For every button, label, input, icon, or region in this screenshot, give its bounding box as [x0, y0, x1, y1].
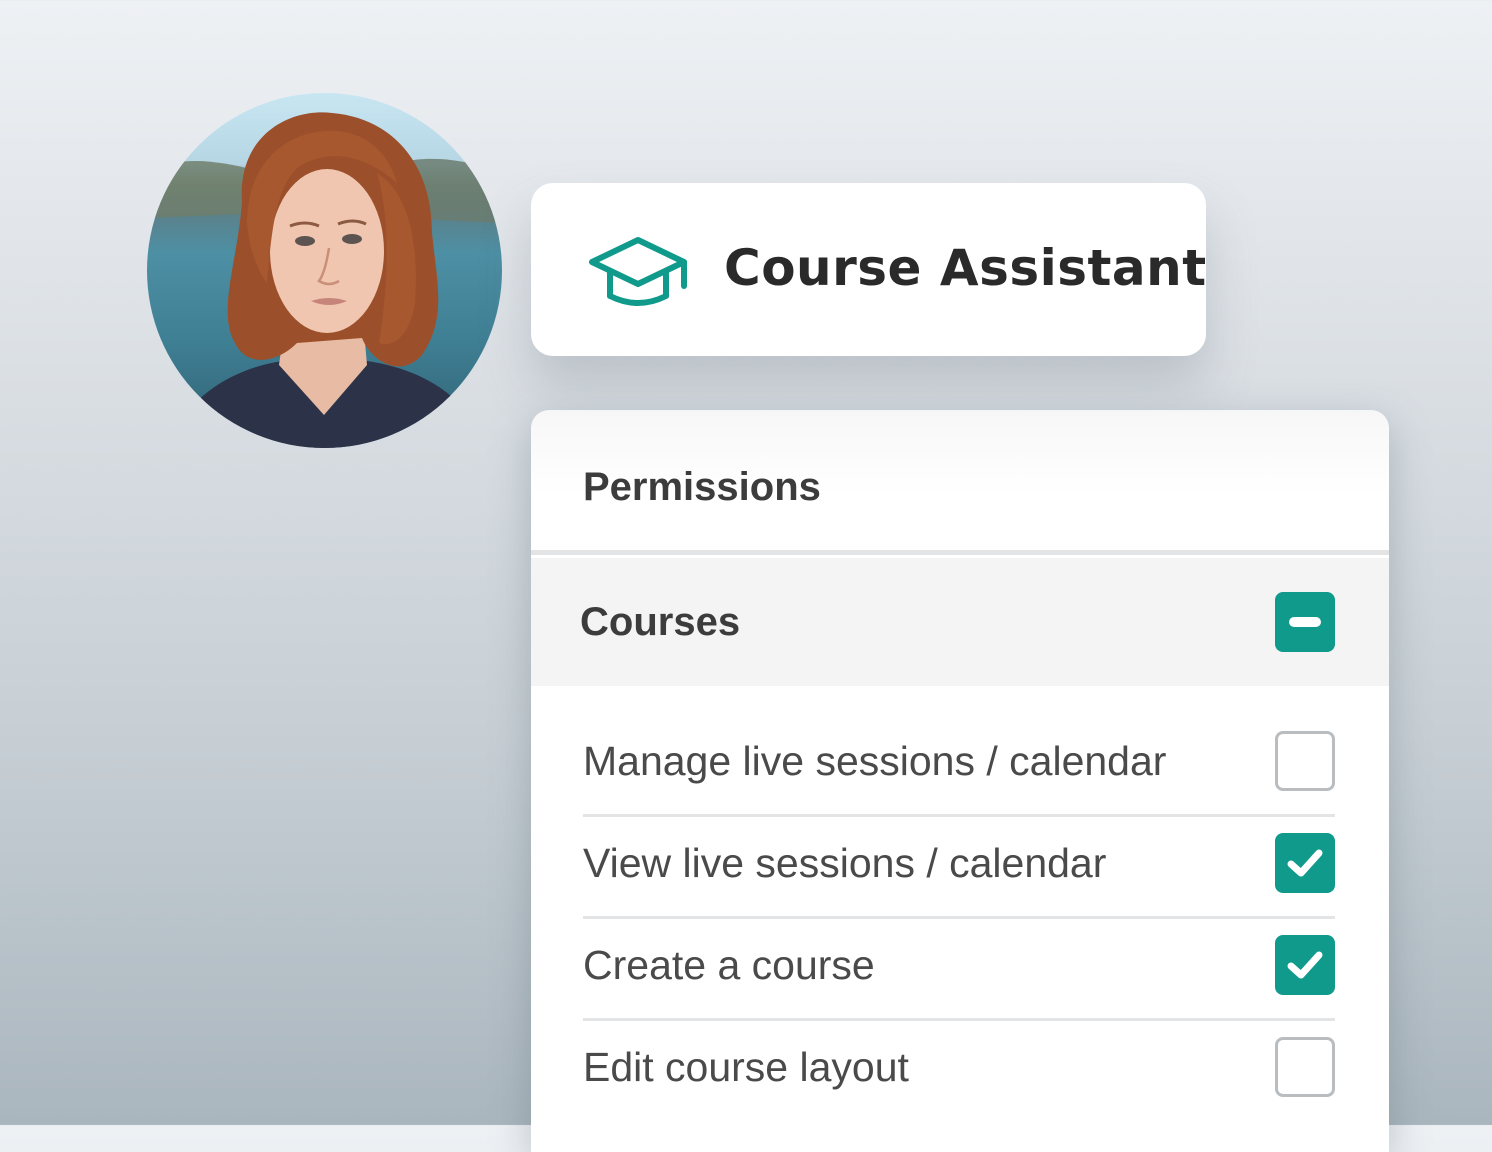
- permission-row-create-course[interactable]: Create a course: [583, 916, 1335, 1021]
- section-title: Courses: [580, 600, 741, 644]
- avatar-photo: [147, 112, 502, 448]
- permission-checkbox-edit-course-layout[interactable]: [1275, 1037, 1335, 1097]
- checkmark-icon: [1287, 951, 1323, 979]
- role-title: Course Assistant: [724, 239, 1207, 297]
- permission-checkbox-manage-live-sessions[interactable]: [1275, 731, 1335, 791]
- minus-icon: [1289, 617, 1321, 627]
- permission-label: Create a course: [583, 942, 875, 988]
- permission-row-edit-course-layout[interactable]: Edit course layout: [583, 1018, 1335, 1120]
- permission-label: Edit course layout: [583, 1044, 909, 1090]
- collapse-section-button[interactable]: [1275, 592, 1335, 652]
- permission-label: View live sessions / calendar: [583, 840, 1107, 886]
- permissions-title: Permissions: [583, 465, 821, 509]
- permission-checkbox-create-course[interactable]: [1275, 935, 1335, 995]
- permission-label: Manage live sessions / calendar: [583, 738, 1167, 784]
- permissions-panel: Permissions Courses Manage live sessions…: [531, 412, 1389, 1152]
- section-header-courses[interactable]: Courses: [531, 558, 1389, 686]
- avatar: [147, 93, 502, 448]
- checkmark-icon: [1287, 849, 1323, 877]
- permission-row-view-live-sessions[interactable]: View live sessions / calendar: [583, 814, 1335, 919]
- permissions-header: Permissions: [531, 412, 1389, 555]
- graduation-cap-icon: [586, 234, 690, 308]
- permission-row-manage-live-sessions[interactable]: Manage live sessions / calendar: [583, 712, 1335, 817]
- permission-checkbox-view-live-sessions[interactable]: [1275, 833, 1335, 893]
